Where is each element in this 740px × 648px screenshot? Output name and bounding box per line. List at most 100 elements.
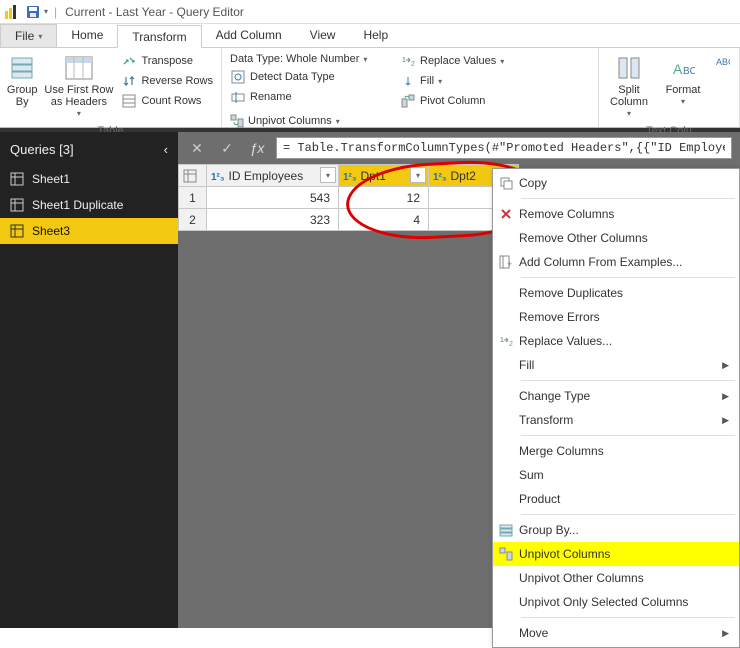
menu-item[interactable]: + Add Column From Examples... bbox=[493, 250, 739, 274]
split-icon bbox=[615, 54, 643, 82]
app-logo-icon bbox=[2, 2, 22, 22]
query-item[interactable]: Sheet1 bbox=[0, 166, 178, 192]
text-btn-1[interactable]: ABC bbox=[713, 52, 733, 70]
menu-item-label: Change Type bbox=[519, 389, 722, 403]
menu-item-label: Transform bbox=[519, 413, 722, 427]
table-corner[interactable] bbox=[179, 165, 207, 187]
cell[interactable]: 323 bbox=[207, 209, 339, 231]
menu-separator bbox=[521, 198, 735, 199]
split-column-button[interactable]: Split Column▾ bbox=[605, 52, 653, 119]
data-table: 1²₃ID Employees▾ 1²₃Dpt1▾ 1²₃Dpt2▾ 1 543… bbox=[178, 164, 519, 231]
menu-item[interactable]: Merge Columns bbox=[493, 439, 739, 463]
menu-separator bbox=[521, 514, 735, 515]
fill-button[interactable]: Fill ▾ bbox=[398, 72, 508, 90]
menu-item[interactable]: Unpivot Other Columns bbox=[493, 566, 739, 590]
replace-values-button[interactable]: 12Replace Values ▾ bbox=[398, 52, 508, 70]
detect-data-type-button[interactable]: Detect Data Type bbox=[228, 68, 388, 86]
menu-item[interactable]: Fill▶ bbox=[493, 353, 739, 377]
format-button[interactable]: ABC Format▾ bbox=[659, 52, 707, 107]
pivot-button[interactable]: Pivot Column bbox=[398, 92, 508, 110]
svg-text:1: 1 bbox=[402, 57, 406, 64]
fx-icon[interactable]: ƒx bbox=[246, 137, 268, 159]
use-first-row-button[interactable]: Use First Row as Headers▾ bbox=[44, 52, 113, 119]
column-header[interactable]: 1²₃ID Employees▾ bbox=[207, 165, 339, 187]
menu-separator bbox=[521, 435, 735, 436]
row-number[interactable]: 2 bbox=[179, 209, 207, 231]
format-icon: ABC bbox=[669, 54, 697, 82]
table-icon bbox=[10, 172, 24, 186]
window-title: Current - Last Year - Query Editor bbox=[59, 5, 244, 19]
unpivot-button[interactable]: Unpivot Columns ▾ bbox=[228, 112, 338, 130]
reverse-rows-button[interactable]: Reverse Rows bbox=[119, 72, 215, 90]
menu-item[interactable]: Remove Duplicates bbox=[493, 281, 739, 305]
submenu-arrow-icon: ▶ bbox=[722, 391, 733, 402]
accept-formula-button[interactable]: ✓ bbox=[216, 137, 238, 159]
context-menu: Copy Remove Columns Remove Other Columns + A… bbox=[492, 168, 740, 648]
qat-dropdown-icon[interactable]: ▾ bbox=[44, 7, 48, 16]
menu-item-label: Sum bbox=[519, 468, 733, 482]
menu-separator bbox=[521, 380, 735, 381]
content-area: ✕ ✓ ƒx 1²₃ID Employees▾ 1²₃Dpt1▾ 1²₃Dpt2… bbox=[178, 132, 740, 628]
filter-dropdown-icon[interactable]: ▾ bbox=[320, 167, 336, 183]
group-by-button[interactable]: Group By bbox=[6, 52, 38, 108]
menu-item[interactable]: Copy bbox=[493, 171, 739, 195]
menu-item-label: Remove Errors bbox=[519, 310, 733, 324]
group-by-icon bbox=[8, 54, 36, 82]
menu-item[interactable]: Unpivot Only Selected Columns bbox=[493, 590, 739, 614]
menu-separator bbox=[521, 277, 735, 278]
separator: | bbox=[54, 5, 57, 19]
menu-item-label: Remove Duplicates bbox=[519, 286, 733, 300]
table-header-icon bbox=[65, 54, 93, 82]
svg-text:+: + bbox=[507, 259, 512, 269]
menu-item[interactable]: Unpivot Columns bbox=[493, 542, 739, 566]
menu-item-label: Remove Other Columns bbox=[519, 231, 733, 245]
ribbon-group-table: Group By Use First Row as Headers▾ Trans… bbox=[0, 48, 222, 127]
menu-item[interactable]: Change Type▶ bbox=[493, 384, 739, 408]
menu-item[interactable]: Product bbox=[493, 487, 739, 511]
replace-icon: 12 bbox=[493, 334, 519, 348]
cancel-formula-button[interactable]: ✕ bbox=[186, 137, 208, 159]
menu-item[interactable]: Remove Errors bbox=[493, 305, 739, 329]
collapse-icon[interactable]: ‹ bbox=[164, 142, 168, 157]
row-number[interactable]: 1 bbox=[179, 187, 207, 209]
queries-pane: Queries [3] ‹ Sheet1 Sheet1 Duplicate Sh… bbox=[0, 132, 178, 628]
transpose-button[interactable]: Transpose bbox=[119, 52, 215, 70]
tab-transform[interactable]: Transform bbox=[117, 25, 201, 48]
table-row[interactable]: 2 323 4 bbox=[179, 209, 519, 231]
menu-item[interactable]: Move▶ bbox=[493, 621, 739, 645]
menu-item[interactable]: Transform▶ bbox=[493, 408, 739, 432]
menu-item[interactable]: 12Replace Values... bbox=[493, 329, 739, 353]
table-row[interactable]: 1 543 12 bbox=[179, 187, 519, 209]
count-rows-button[interactable]: Count Rows bbox=[119, 92, 215, 110]
data-type-button[interactable]: Data Type: Whole Number ▾ bbox=[228, 52, 388, 66]
formula-input[interactable] bbox=[276, 137, 732, 159]
query-item-selected[interactable]: Sheet3 bbox=[0, 218, 178, 244]
query-item[interactable]: Sheet1 Duplicate bbox=[0, 192, 178, 218]
column-header-selected[interactable]: 1²₃Dpt1▾ bbox=[339, 165, 429, 187]
menu-item[interactable]: Group By... bbox=[493, 518, 739, 542]
menu-item-label: Merge Columns bbox=[519, 444, 733, 458]
menu-item[interactable]: Sum bbox=[493, 463, 739, 487]
menu-item-label: Copy bbox=[519, 176, 733, 190]
menu-item-label: Add Column From Examples... bbox=[519, 255, 733, 269]
cell[interactable]: 12 bbox=[339, 187, 429, 209]
menu-item[interactable]: Remove Other Columns bbox=[493, 226, 739, 250]
ribbon: Group By Use First Row as Headers▾ Trans… bbox=[0, 48, 740, 128]
menu-item[interactable]: Remove Columns bbox=[493, 202, 739, 226]
tab-help[interactable]: Help bbox=[349, 24, 402, 47]
save-icon[interactable] bbox=[26, 5, 40, 19]
tab-home[interactable]: Home bbox=[57, 24, 117, 47]
ribbon-tab-strip: File ▾ Home Transform Add Column View He… bbox=[0, 24, 740, 48]
menu-item-label: Unpivot Columns bbox=[519, 547, 733, 561]
tab-add-column[interactable]: Add Column bbox=[202, 24, 296, 47]
filter-dropdown-icon[interactable]: ▾ bbox=[410, 167, 426, 183]
tab-file[interactable]: File ▾ bbox=[0, 24, 57, 47]
detect-icon bbox=[230, 69, 246, 85]
cell[interactable]: 4 bbox=[339, 209, 429, 231]
rename-button[interactable]: Rename bbox=[228, 88, 388, 106]
cell[interactable]: 543 bbox=[207, 187, 339, 209]
unpivot-icon bbox=[230, 113, 244, 129]
tab-view[interactable]: View bbox=[296, 24, 350, 47]
menu-item-label: Product bbox=[519, 492, 733, 506]
queries-header[interactable]: Queries [3] ‹ bbox=[0, 132, 178, 166]
